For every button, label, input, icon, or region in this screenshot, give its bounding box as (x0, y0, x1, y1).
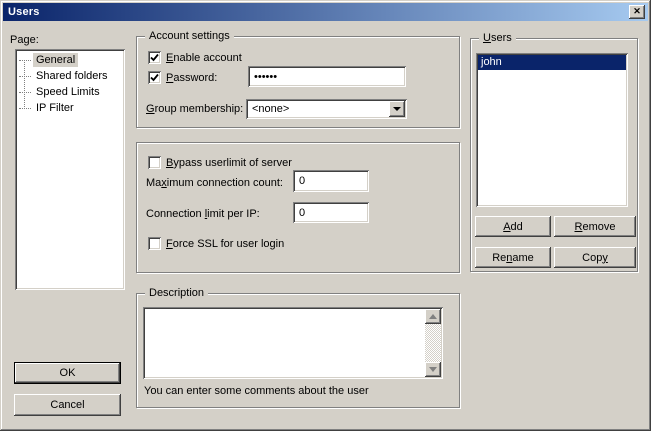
user-name: john (481, 56, 502, 68)
account-settings-title: Account settings (145, 30, 234, 43)
description-textarea[interactable] (143, 307, 443, 379)
window-title: Users (3, 6, 40, 18)
group-membership-select[interactable]: <none> (246, 99, 407, 119)
users-listbox[interactable]: john (476, 53, 628, 207)
tree-item-label: Speed Limits (33, 85, 103, 99)
force-ssl-label: Force SSL for user login (166, 238, 284, 251)
description-help-text: You can enter some comments about the us… (144, 385, 369, 398)
remove-button[interactable]: Remove (554, 216, 636, 237)
tree-branch-icon (19, 108, 31, 109)
description-scrollbar[interactable] (425, 309, 441, 377)
rename-button[interactable]: Rename (475, 247, 551, 268)
copy-button[interactable]: Copy (554, 247, 636, 268)
tree-item-general[interactable]: General (15, 52, 125, 68)
bypass-userlimit-checkbox[interactable] (148, 156, 161, 169)
titlebar[interactable]: Users ✕ (3, 3, 648, 21)
ok-button[interactable]: OK (14, 362, 121, 384)
enable-account-checkbox[interactable] (148, 51, 161, 64)
password-input[interactable] (248, 66, 406, 87)
force-ssl-checkbox[interactable] (148, 237, 161, 250)
add-button-label: Add (503, 221, 523, 233)
password-checkbox[interactable] (148, 71, 161, 84)
copy-button-label: Copy (582, 252, 608, 264)
ip-limit-input[interactable] (293, 202, 369, 223)
group-membership-label: Group membership: (146, 103, 243, 116)
tree-item-label: General (33, 53, 78, 67)
page-tree[interactable]: General Shared folders Speed Limits IP F… (15, 49, 125, 290)
tree-item-label: Shared folders (33, 69, 111, 83)
scroll-up-icon (429, 310, 437, 319)
remove-button-label: Remove (575, 221, 616, 233)
tree-item-label: IP Filter (33, 101, 77, 115)
cancel-button[interactable]: Cancel (14, 394, 121, 416)
max-connections-input[interactable] (293, 170, 369, 192)
close-button[interactable]: ✕ (629, 5, 645, 19)
enable-account-label: Enable account (166, 52, 242, 65)
tree-branch-icon (19, 60, 31, 61)
tree-item-shared-folders[interactable]: Shared folders (15, 68, 125, 84)
rename-button-label: Rename (492, 252, 534, 264)
check-icon (150, 73, 159, 82)
users-dialog: Users ✕ Page: General Shared folders Spe… (0, 0, 651, 431)
tree-branch-icon (19, 76, 31, 77)
group-membership-dropdown-button[interactable] (389, 101, 405, 117)
group-membership-value: <none> (252, 103, 289, 115)
user-list-item[interactable]: john (478, 55, 626, 70)
page-label: Page: (10, 34, 39, 47)
ip-limit-label: Connection limit per IP: (146, 208, 260, 221)
scroll-down-icon (429, 367, 437, 376)
tree-branch-icon (19, 92, 31, 93)
add-button[interactable]: Add (475, 216, 551, 237)
description-title: Description (145, 287, 208, 300)
tree-item-speed-limits[interactable]: Speed Limits (15, 84, 125, 100)
chevron-down-icon (393, 107, 401, 115)
max-connections-label: Maximum connection count: (146, 177, 283, 190)
tree-item-ip-filter[interactable]: IP Filter (15, 100, 125, 116)
check-icon (150, 53, 159, 62)
close-icon: ✕ (633, 7, 641, 16)
scroll-up-button[interactable] (425, 309, 441, 324)
users-group-title: Users (479, 32, 516, 45)
scroll-down-button[interactable] (425, 362, 441, 377)
bypass-userlimit-label: Bypass userlimit of server (166, 157, 292, 170)
password-label: Password: (166, 72, 217, 85)
